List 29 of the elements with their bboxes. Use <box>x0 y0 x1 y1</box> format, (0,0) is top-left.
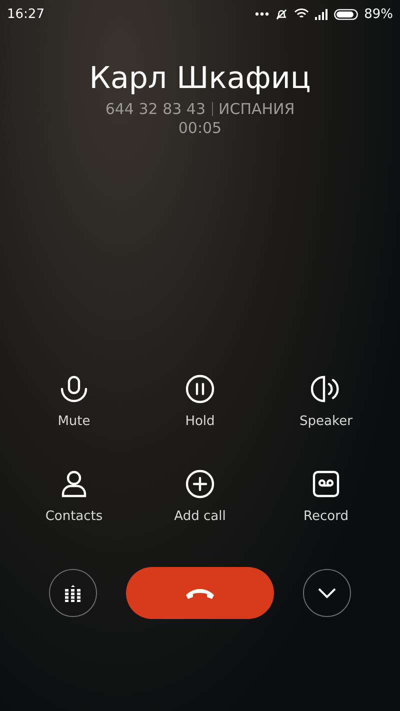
call-action-button[interactable]: Mute <box>11 374 137 429</box>
call-action-button[interactable]: Contacts <box>11 469 137 524</box>
collapse-button[interactable] <box>303 569 351 617</box>
hang-up-icon <box>184 586 216 600</box>
more-icon <box>255 12 270 16</box>
caller-country: ИСПАНИЯ <box>218 100 295 118</box>
call-action-button[interactable]: Record <box>263 469 389 524</box>
battery-icon <box>334 8 358 20</box>
chevron-down-icon <box>317 587 337 599</box>
wifi-icon <box>294 8 310 20</box>
voicemail-icon <box>311 469 341 499</box>
call-action-button[interactable]: Hold <box>137 374 263 429</box>
call-action-button[interactable]: Speaker <box>263 374 389 429</box>
phone-number: 644 32 83 43 <box>105 100 206 118</box>
signal-icon <box>315 8 328 20</box>
end-call-button[interactable] <box>126 567 274 619</box>
call-duration: 00:05 <box>178 119 222 137</box>
dialpad-button[interactable] <box>49 569 97 617</box>
speaker-icon <box>311 374 341 404</box>
caller-name: Карл Шкафиц <box>89 60 311 98</box>
microphone-icon <box>59 374 89 404</box>
dialpad-icon <box>65 584 81 602</box>
person-icon <box>59 469 89 499</box>
bell-off-icon <box>275 8 288 20</box>
plus-icon <box>185 469 215 499</box>
pause-icon <box>185 374 215 404</box>
call-action-button[interactable]: Add call <box>137 469 263 524</box>
battery-percent: 89% <box>364 6 393 22</box>
clock: 16:27 <box>7 6 44 22</box>
